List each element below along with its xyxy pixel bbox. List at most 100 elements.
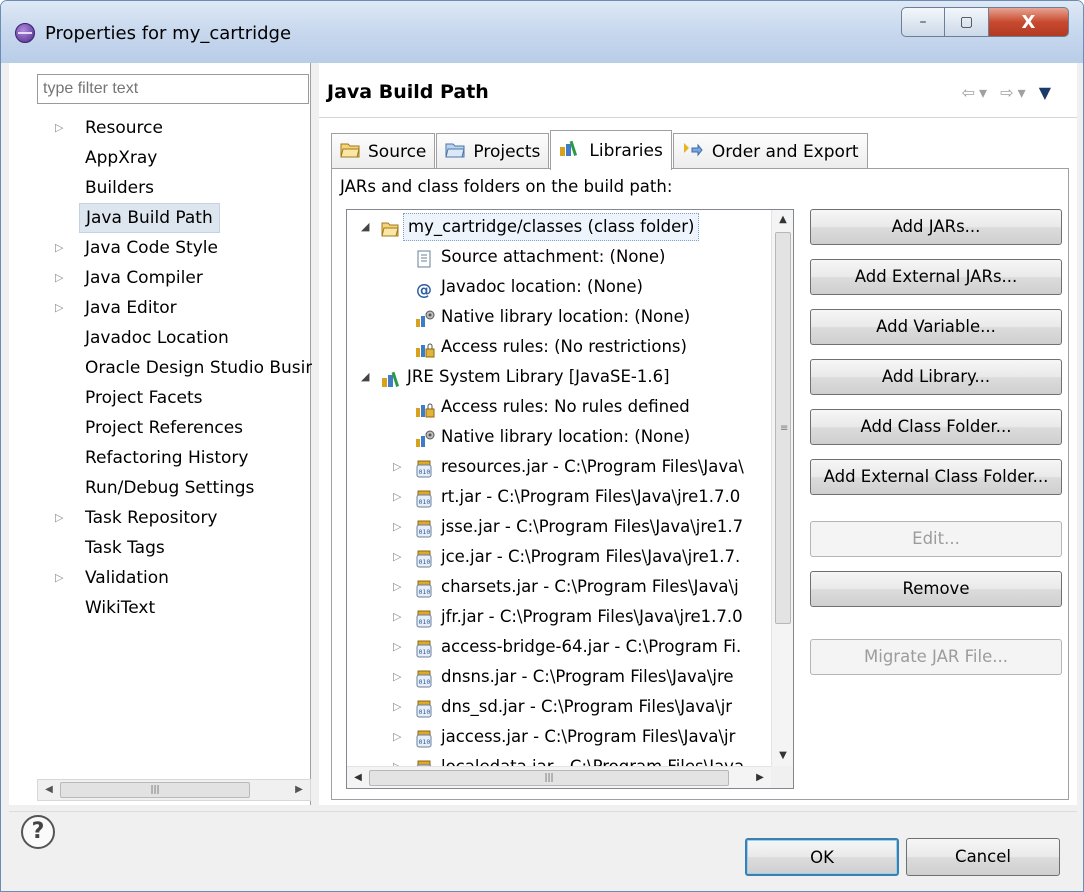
tree-row-label: Access rules: No rules defined bbox=[441, 397, 690, 416]
add-external-class-folder-button[interactable]: Add External Class Folder... bbox=[810, 459, 1062, 495]
maximize-button[interactable]: ▢ bbox=[945, 7, 989, 37]
edit-button[interactable]: Edit... bbox=[810, 521, 1062, 557]
tree-row-label: JRE System Library [JavaSE-1.6] bbox=[407, 367, 670, 386]
build-path-tree[interactable]: ◢ my_cartridge/classes (class folder) Sour… bbox=[346, 209, 794, 789]
scroll-corner bbox=[771, 766, 793, 788]
tab-order-and-export[interactable]: Order and Export bbox=[672, 133, 868, 169]
tree-row[interactable]: ◢ my_cartridge/classes (class folder) bbox=[347, 212, 771, 242]
add-library-button[interactable]: Add Library... bbox=[810, 359, 1062, 395]
expand-arrow-icon[interactable]: ▷ bbox=[55, 503, 63, 533]
tab-libraries[interactable]: Libraries bbox=[550, 130, 672, 170]
back-dropdown-icon[interactable]: ▾ bbox=[979, 83, 991, 102]
expand-arrow-icon[interactable]: ▷ bbox=[393, 632, 401, 662]
close-icon: X bbox=[1021, 11, 1036, 33]
tree-row[interactable]: ▷ 010 jsse.jar - C:\Program Files\Java\jre… bbox=[347, 512, 771, 542]
migrate-jar-button[interactable]: Migrate JAR File... bbox=[810, 639, 1062, 675]
expand-arrow-icon[interactable]: ▷ bbox=[393, 452, 401, 482]
scroll-right-icon[interactable]: ▶ bbox=[288, 780, 310, 800]
view-menu-icon[interactable]: ▼ bbox=[1039, 83, 1055, 102]
library-icon bbox=[381, 368, 400, 387]
libraries-tab-body: JARs and class folders on the build path… bbox=[331, 168, 1069, 800]
scroll-left-icon[interactable]: ◀ bbox=[347, 767, 369, 788]
help-icon[interactable]: ? bbox=[21, 815, 55, 849]
expand-arrow-icon[interactable]: ▷ bbox=[55, 263, 63, 293]
tree-row[interactable]: Source attachment: (None) bbox=[347, 242, 771, 272]
expand-arrow-icon[interactable]: ▷ bbox=[55, 113, 63, 143]
tree-row-label: Access rules: (No restrictions) bbox=[441, 337, 687, 356]
tree-row[interactable]: Native library location: (None) bbox=[347, 302, 771, 332]
filter-input[interactable] bbox=[37, 74, 309, 104]
tree-row[interactable]: ▷ 010 dnsns.jar - C:\Program Files\Java\jr… bbox=[347, 662, 771, 692]
vertical-scroll-thumb[interactable]: ≡ bbox=[775, 232, 791, 624]
scroll-thumb[interactable]: ||| bbox=[60, 782, 250, 798]
libraries-description: JARs and class folders on the build path… bbox=[340, 177, 673, 196]
add-class-folder-button[interactable]: Add Class Folder... bbox=[810, 409, 1062, 445]
svg-text:010: 010 bbox=[419, 678, 431, 686]
svg-text:010: 010 bbox=[419, 468, 431, 476]
tab-projects[interactable]: Projects bbox=[436, 133, 550, 169]
tree-row-label: dns_sd.jar - C:\Program Files\Java\jr bbox=[441, 697, 733, 716]
tree-row[interactable]: ▷ 010 resources.jar - C:\Program Files\Jav… bbox=[347, 452, 771, 482]
scroll-right-icon[interactable]: ▶ bbox=[749, 767, 771, 788]
build-path-tabs: Source Projects Libraries Order and Export bbox=[331, 129, 869, 170]
expand-arrow-icon[interactable]: ▷ bbox=[393, 542, 401, 572]
expand-arrow-icon[interactable]: ▷ bbox=[393, 692, 401, 722]
jar-icon: 010 bbox=[415, 488, 433, 508]
tree-row[interactable]: ▷ 010 jaccess.jar - C:\Program Files\Java\… bbox=[347, 722, 771, 752]
tree-row[interactable]: ▷ 010 dns_sd.jar - C:\Program Files\Java\j… bbox=[347, 692, 771, 722]
svg-text:010: 010 bbox=[419, 588, 431, 596]
tree-row-label: jfr.jar - C:\Program Files\Java\jre1.7.0 bbox=[441, 607, 743, 626]
tree-row[interactable]: Native library location: (None) bbox=[347, 422, 771, 452]
back-arrow-icon[interactable]: ⇦ bbox=[962, 83, 979, 102]
jar-icon: 010 bbox=[415, 608, 433, 628]
remove-button[interactable]: Remove bbox=[810, 571, 1062, 607]
ok-button[interactable]: OK bbox=[745, 838, 899, 876]
tree-row-label: dnsns.jar - C:\Program Files\Java\jre bbox=[441, 667, 734, 686]
minimize-button[interactable]: – bbox=[901, 7, 945, 37]
horizontal-scroll-thumb[interactable]: ||| bbox=[369, 770, 729, 786]
tab-source[interactable]: Source bbox=[331, 133, 436, 169]
tree-row[interactable]: ▷ 010 rt.jar - C:\Program Files\Java\jre1.… bbox=[347, 482, 771, 512]
forward-dropdown-icon[interactable]: ▾ bbox=[1018, 83, 1030, 102]
class-folder-icon bbox=[381, 218, 399, 237]
tree-row[interactable]: @ Javadoc location: (None) bbox=[347, 272, 771, 302]
expand-arrow-icon[interactable]: ▷ bbox=[393, 662, 401, 692]
title-bar[interactable]: Properties for my_cartridge – ▢ X bbox=[1, 1, 1083, 63]
cancel-button[interactable]: Cancel bbox=[906, 838, 1060, 876]
expand-arrow-icon[interactable]: ▷ bbox=[393, 482, 401, 512]
expand-arrow-icon[interactable]: ▷ bbox=[393, 512, 401, 542]
forward-arrow-icon[interactable]: ⇨ bbox=[1000, 83, 1017, 102]
expand-arrow-icon[interactable]: ▷ bbox=[55, 563, 63, 593]
add-variable-button[interactable]: Add Variable... bbox=[810, 309, 1062, 345]
nav-item-label: Refactoring History bbox=[85, 448, 249, 468]
tree-row-label: resources.jar - C:\Program Files\Java\ bbox=[441, 457, 744, 476]
collapse-arrow-icon[interactable]: ◢ bbox=[361, 362, 369, 392]
eclipse-icon bbox=[15, 23, 35, 43]
nav-item-label: Java Code Style bbox=[85, 238, 218, 258]
expand-arrow-icon[interactable]: ▷ bbox=[393, 572, 401, 602]
tree-row[interactable]: ◢ JRE System Library [JavaSE-1.6] bbox=[347, 362, 771, 392]
tree-row[interactable]: ▷ 010 access-bridge-64.jar - C:\Program Fi… bbox=[347, 632, 771, 662]
scroll-left-icon[interactable]: ◀ bbox=[38, 780, 60, 800]
scroll-down-icon[interactable]: ▼ bbox=[772, 746, 793, 766]
tree-row[interactable]: ▷ 010 charsets.jar - C:\Program Files\Java… bbox=[347, 572, 771, 602]
tree-row-label: rt.jar - C:\Program Files\Java\jre1.7.0 bbox=[441, 487, 741, 506]
add-jars-button[interactable]: Add JARs... bbox=[810, 209, 1062, 245]
expand-arrow-icon[interactable]: ▷ bbox=[393, 722, 401, 752]
collapse-arrow-icon[interactable]: ◢ bbox=[361, 212, 369, 242]
tree-row[interactable]: ▷ 010 jfr.jar - C:\Program Files\Java\jre1… bbox=[347, 602, 771, 632]
tree-vertical-scrollbar[interactable]: ▲ ≡ ▼ bbox=[771, 210, 793, 766]
nav-horizontal-scrollbar[interactable]: ◀ ||| ▶ bbox=[37, 779, 311, 801]
add-external-jars-button[interactable]: Add External JARs... bbox=[810, 259, 1062, 295]
tab-label: Projects bbox=[473, 141, 541, 162]
tree-row[interactable]: Access rules: (No restrictions) bbox=[347, 332, 771, 362]
tree-row[interactable]: ▷ 010 jce.jar - C:\Program Files\Java\jre1… bbox=[347, 542, 771, 572]
scroll-up-icon[interactable]: ▲ bbox=[772, 210, 793, 230]
tree-horizontal-scrollbar[interactable]: ◀ ||| ▶ bbox=[347, 766, 771, 788]
close-button[interactable]: X bbox=[989, 7, 1069, 37]
expand-arrow-icon[interactable]: ▷ bbox=[393, 602, 401, 632]
expand-arrow-icon[interactable]: ▷ bbox=[55, 293, 63, 323]
jar-icon: 010 bbox=[415, 458, 433, 478]
tree-row[interactable]: Access rules: No rules defined bbox=[347, 392, 771, 422]
expand-arrow-icon[interactable]: ▷ bbox=[55, 233, 63, 263]
